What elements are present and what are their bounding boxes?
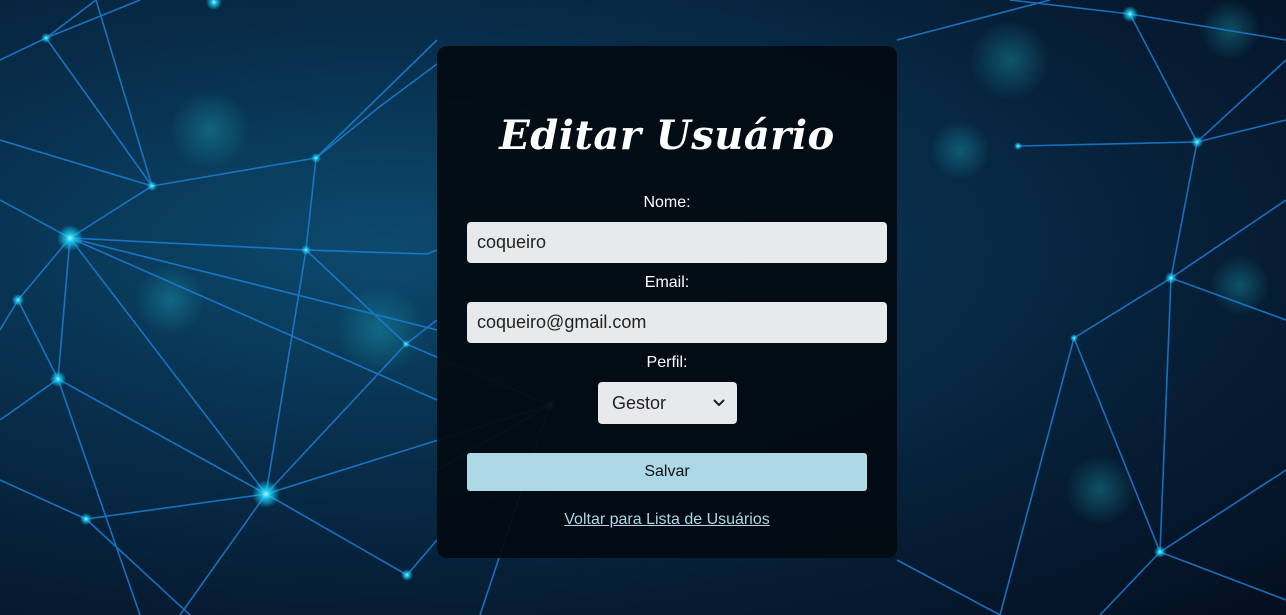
chevron-down-icon (713, 399, 725, 406)
email-label: Email: (644, 274, 690, 291)
perfil-label: Perfil: (646, 354, 688, 371)
back-link-container: Voltar para Lista de Usuários (437, 510, 897, 530)
nome-label: Nome: (643, 194, 691, 211)
back-to-user-list-link[interactable]: Voltar para Lista de Usuários (564, 511, 769, 528)
edit-user-card: Editar Usuário Nome: Email: Perfil: Gest… (437, 46, 897, 558)
save-button[interactable]: Salvar (467, 453, 867, 491)
perfil-selected-value: Gestor (612, 392, 667, 413)
nome-input[interactable] (467, 222, 887, 263)
email-input[interactable] (467, 302, 887, 343)
perfil-select[interactable]: Gestor (598, 382, 737, 424)
page-title: Editar Usuário (499, 112, 835, 159)
